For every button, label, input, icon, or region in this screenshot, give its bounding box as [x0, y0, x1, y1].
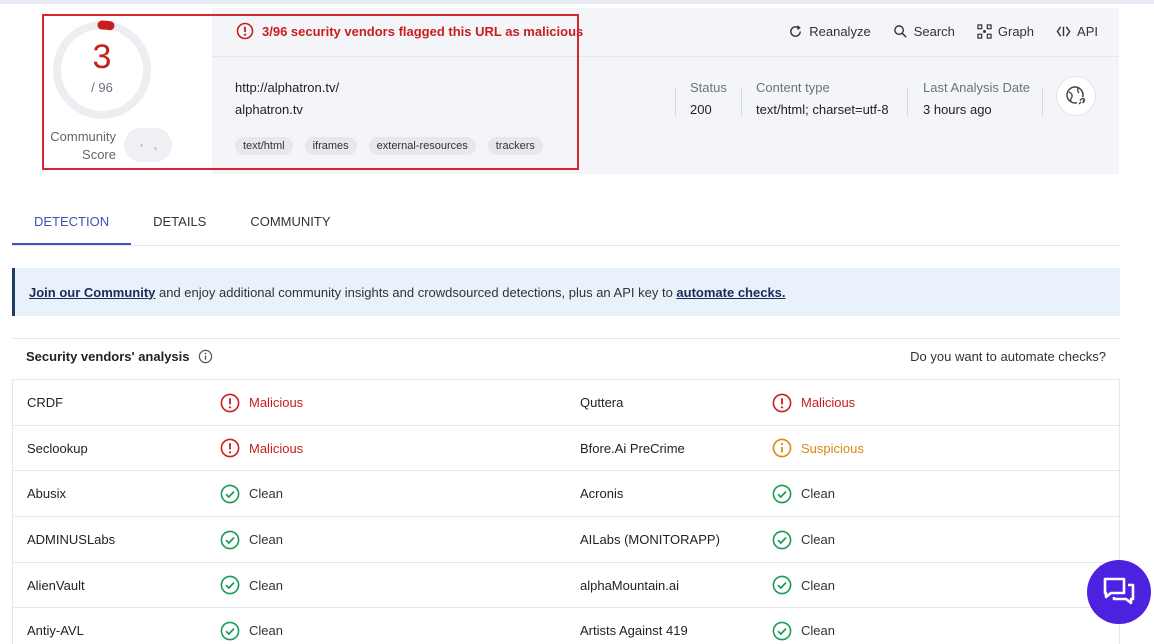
vendor-result: Clean — [772, 471, 835, 516]
globe-link-icon — [1066, 86, 1086, 106]
vendor-name: Quttera — [580, 395, 624, 410]
search-icon — [893, 25, 907, 38]
check-circle-icon — [220, 484, 240, 504]
vendor-result: Suspicious — [772, 426, 864, 471]
chat-icon — [1103, 577, 1135, 605]
check-circle-icon — [772, 484, 792, 504]
tag-list: text/html iframes external-resources tra… — [235, 137, 543, 155]
vendor-row: Seclookup Malicious Bfore.Ai PreCrime Suspi… — [13, 426, 1119, 472]
check-circle-icon — [220, 530, 240, 549]
tag-text-html[interactable]: text/html — [235, 137, 293, 155]
tag-iframes[interactable]: iframes — [304, 137, 357, 155]
check-circle-icon — [220, 575, 240, 595]
check-circle-icon — [772, 575, 792, 595]
vendor-name: Antiy-AVL — [27, 623, 84, 639]
check-circle-icon — [772, 621, 792, 641]
vendor-row: Abusix Clean Acronis Clean — [13, 471, 1119, 518]
banner-text: and enjoy additional community insights … — [155, 284, 677, 300]
automate-checks-link[interactable]: automate checks. — [676, 285, 785, 300]
vendor-result: Malicious — [772, 380, 855, 425]
vendor-result: Clean — [772, 608, 835, 644]
meta-separator-4 — [1042, 88, 1043, 116]
vendor-name: alphaMountain.ai — [580, 577, 680, 593]
tag-trackers[interactable]: trackers — [487, 137, 543, 155]
alert-circle-icon — [236, 22, 254, 40]
graph-icon — [977, 24, 992, 39]
report-tabs: DETECTION DETAILS COMMUNITY — [12, 200, 1120, 246]
meta-separator-2 — [741, 88, 742, 116]
detection-count: 3 — [92, 38, 112, 76]
vendor-name: CRDF — [27, 395, 64, 410]
vendor-name: AILabs (MONITORAPP) — [580, 532, 720, 548]
graph-button[interactable]: Graph — [977, 24, 1034, 39]
automate-checks-prompt[interactable]: Do you want to automate checks? — [910, 349, 1106, 364]
report-toolbar: Reanalyze Search Graph API — [788, 24, 1098, 39]
vendor-row: Antiy-AVL Clean Artists Against 419 Clean — [13, 608, 1119, 644]
vendor-row: ADMINUSLabs Clean AILabs (MONITORAPP) Clean — [13, 517, 1119, 563]
vendor-row: CRDF Malicious Quttera Malicious — [13, 380, 1119, 426]
card-divider — [212, 56, 1119, 57]
status-field: Status 200 — [690, 80, 727, 117]
reanalyze-button[interactable]: Reanalyze — [788, 24, 871, 39]
target-domain[interactable]: alphatron.tv — [235, 102, 303, 117]
globe-link-button[interactable] — [1056, 76, 1096, 116]
vendor-name: Bfore.Ai PreCrime — [580, 440, 685, 456]
vendor-result: Clean — [772, 563, 835, 608]
detection-total: / 96 — [91, 80, 113, 95]
vendor-result: Clean — [220, 517, 283, 562]
info-icon[interactable] — [198, 349, 213, 364]
tab-details[interactable]: DETAILS — [131, 200, 228, 245]
community-score-pill[interactable] — [124, 128, 172, 162]
malicious-alert: 3/96 security vendors flagged this URL a… — [236, 22, 583, 40]
refresh-icon — [790, 25, 802, 37]
search-button[interactable]: Search — [893, 24, 955, 39]
alert-circle-icon — [220, 438, 240, 458]
alert-circle-icon — [772, 393, 792, 412]
vendors-analysis-header: Security vendors' analysis Do you want t… — [12, 338, 1120, 374]
vendor-result: Malicious — [220, 380, 303, 425]
vendor-result: Clean — [220, 471, 283, 516]
vendor-name: Artists Against 419 — [580, 623, 688, 639]
content-type-field: Content type text/html; charset=utf-8 — [756, 80, 889, 117]
vendor-name: Acronis — [580, 486, 624, 502]
vendor-name: AlienVault — [27, 577, 85, 593]
top-strip — [0, 0, 1154, 4]
alert-circle-icon — [220, 393, 240, 412]
info-circle-icon — [772, 438, 792, 458]
community-score-label: Community Score — [50, 129, 116, 162]
vendor-row: AlienVault Clean alphaMountain.ai Clean — [13, 563, 1119, 609]
vendors-table: CRDF Malicious Quttera Malicious Seclookup Ma… — [12, 379, 1120, 644]
api-icon — [1056, 26, 1071, 37]
join-community-link[interactable]: Join our Community — [29, 285, 155, 300]
tab-detection[interactable]: DETECTION — [12, 200, 132, 245]
chat-button[interactable] — [1087, 560, 1151, 624]
check-circle-icon — [220, 621, 240, 641]
tab-community[interactable]: COMMUNITY — [228, 200, 352, 245]
vendor-name: ADMINUSLabs — [27, 532, 116, 548]
vendor-result: Malicious — [220, 426, 303, 471]
vendors-analysis-title: Security vendors' analysis — [26, 349, 213, 364]
tag-external-resources[interactable]: external-resources — [368, 137, 476, 155]
vendor-name: Seclookup — [27, 440, 88, 456]
vendor-result: Clean — [772, 517, 835, 562]
meta-separator — [675, 88, 676, 116]
last-analysis-field: Last Analysis Date 3 hours ago — [923, 80, 1030, 117]
vendor-result: Clean — [220, 563, 283, 608]
vendor-name: Abusix — [27, 486, 67, 502]
community-banner: Join our Community and enjoy additional … — [12, 268, 1120, 316]
vendor-result: Clean — [220, 608, 283, 644]
target-url[interactable]: http://alphatron.tv/ — [235, 80, 339, 95]
meta-separator-3 — [907, 88, 908, 116]
api-button[interactable]: API — [1056, 24, 1098, 39]
check-circle-icon — [772, 530, 792, 549]
